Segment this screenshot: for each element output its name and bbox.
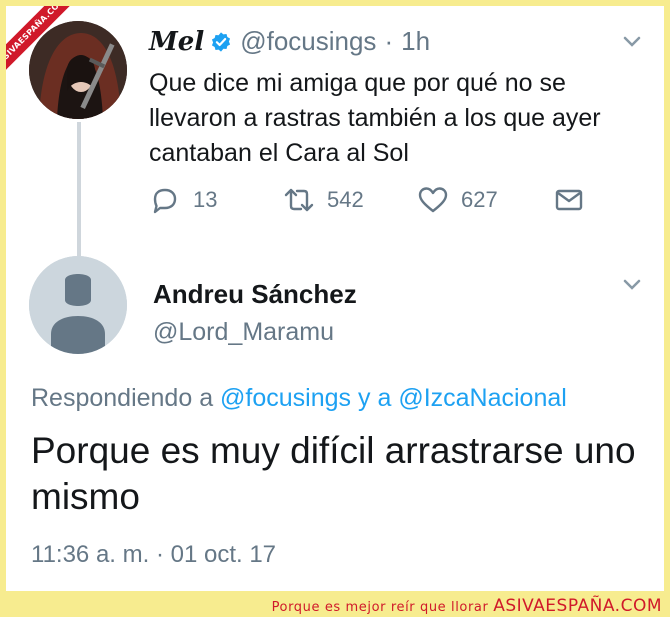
header-separator: · bbox=[384, 26, 394, 56]
tweet-author-name[interactable]: Mel bbox=[149, 27, 204, 57]
retweet-count: 542 bbox=[327, 187, 364, 212]
reply-button[interactable]: 13 bbox=[149, 184, 217, 216]
screenshot-card: ASIVAESPAÑA.COM Mel @focusings · 1h Que … bbox=[6, 6, 664, 591]
thread-connector-line bbox=[77, 122, 81, 256]
default-avatar-icon bbox=[29, 256, 127, 354]
footer-caption-text: Porque es mejor reír que llorar bbox=[271, 600, 489, 615]
reply-count: 13 bbox=[193, 187, 218, 212]
tweet-author-handle[interactable]: @focusings bbox=[240, 26, 376, 57]
verified-badge-icon bbox=[212, 31, 231, 52]
footer-brand[interactable]: ASIVAESPAÑA.COM bbox=[493, 596, 662, 616]
tweet-actions: 13 542 627 bbox=[149, 184, 609, 224]
footer-caption: Porque es mejor reír que llorar ASIVAESP… bbox=[0, 597, 670, 615]
reply-author-handle[interactable]: @Lord_Maramu bbox=[153, 318, 334, 347]
reply-timestamp[interactable]: 11:36 a. m. · 01 oct. 17 bbox=[31, 541, 276, 569]
tweet-text: Que dice mi amiga que por qué no se llev… bbox=[149, 69, 601, 167]
heart-icon bbox=[418, 187, 448, 213]
like-button[interactable]: 627 bbox=[417, 184, 498, 216]
replying-to-prefix: Respondiendo a bbox=[31, 384, 214, 412]
direct-message-button[interactable] bbox=[553, 184, 597, 216]
watermark-ribbon: ASIVAESPAÑA.COM bbox=[6, 6, 90, 90]
reply-text: Porque es muy difícil arrastrarse uno mi… bbox=[31, 430, 636, 517]
replying-to-user-link[interactable]: @IzcaNacional bbox=[398, 384, 567, 412]
replying-to-user-link[interactable]: @focusings bbox=[220, 384, 351, 412]
replying-to-line: Respondiendo a @focusings y a @IzcaNacio… bbox=[31, 384, 567, 413]
envelope-icon bbox=[555, 189, 583, 211]
reply-menu-chevron-down-icon[interactable] bbox=[623, 279, 641, 291]
watermark-ribbon-text: ASIVAESPAÑA.COM bbox=[6, 6, 88, 87]
tweet-menu-chevron-down-icon[interactable] bbox=[623, 36, 641, 48]
reply-icon bbox=[153, 188, 177, 214]
replying-to-joiner: y a bbox=[358, 384, 392, 412]
like-count: 627 bbox=[461, 187, 498, 212]
tweet-time[interactable]: 1h bbox=[401, 26, 430, 57]
reply-author-name[interactable]: Andreu Sánchez bbox=[153, 279, 357, 310]
reply-author-avatar[interactable] bbox=[29, 256, 127, 354]
retweet-icon bbox=[284, 188, 314, 212]
retweet-button[interactable]: 542 bbox=[283, 184, 364, 216]
tweet-header: Mel @focusings · 1h bbox=[149, 26, 430, 57]
